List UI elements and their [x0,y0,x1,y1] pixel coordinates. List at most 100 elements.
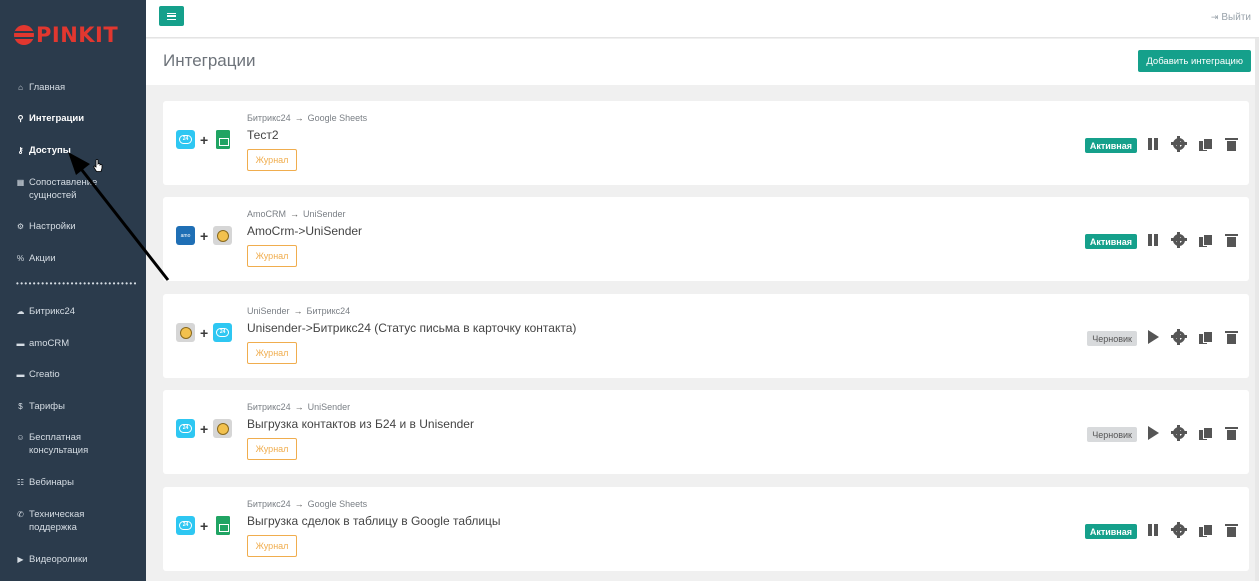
play-button[interactable] [1146,330,1160,344]
brand-logo[interactable]: PINKIT [0,0,146,70]
cogs-icon: ⚙ [16,222,25,231]
delete-button[interactable] [1224,426,1238,440]
log-button[interactable]: Журнал [247,535,297,557]
sidebar-item-settings[interactable]: ⚙ Настройки [0,220,146,233]
copy-icon [1199,523,1213,537]
delete-button[interactable] [1224,137,1238,151]
log-button[interactable]: Журнал [247,245,297,267]
sidebar-item-webinars[interactable]: ☷ Вебинары [0,476,146,489]
play-icon [1147,330,1159,344]
scrollbar[interactable] [1255,38,1259,581]
sidebar-item-label: Вебинары [29,477,74,488]
integration-name[interactable]: Выгрузка сделок в таблицу в Google табли… [247,514,501,528]
sidebar-item-integrations[interactable]: ⚲ Интеграции [0,112,146,125]
copy-icon [1199,233,1213,247]
log-button[interactable]: Журнал [247,342,297,364]
route-from: Битрикс24 [247,499,291,509]
copy-button[interactable] [1198,137,1213,151]
settings-button[interactable] [1171,136,1187,152]
user-icon: ☺ [16,433,25,442]
page-title: Интеграции [163,51,256,70]
pause-button[interactable] [1146,233,1160,247]
plus-icon: + [200,131,209,148]
sidebar-item-label: Битрикс24 [29,306,76,317]
sidebar-item-label: Акции [29,253,56,264]
sidebar-item-label: Главная [29,82,66,93]
copy-button[interactable] [1198,233,1213,247]
route-from: AmoCRM [247,209,287,219]
gear-icon [1171,136,1187,152]
status-badge: Активная [1084,138,1137,153]
integration-name[interactable]: Выгрузка контактов из Б24 и в Unisender [247,417,474,431]
key-icon: ⚷ [17,146,24,155]
trash-icon [1224,523,1238,537]
gear-icon [1171,522,1187,538]
route-to: UniSender [303,209,346,219]
sidebar-item-home[interactable]: ⌂ Главная [0,81,146,94]
integration-name[interactable]: AmoCrm->UniSender [247,224,362,238]
integration-actions [1134,136,1238,152]
trash-icon [1224,330,1238,344]
integration-route: Битрикс24 → Google Sheets [247,113,367,123]
sidebar-item-creatio[interactable]: ▬ Creatio [0,368,146,381]
integration-card: amo + AmoCRM → UniSender AmoCrm->UniSend… [163,197,1249,281]
route-from: Битрикс24 [247,402,291,412]
sidebar-item-free-consultation[interactable]: ☺ Бесплатная консультация [0,431,100,457]
sidebar-item-label: Доступы [29,145,71,156]
sidebar-item-entity-mapping[interactable]: ▦ Сопоставление сущностей [0,176,110,202]
sidebar-item-promotions[interactable]: % Акции [0,252,146,265]
bitrix24-logo-icon: 24 [213,323,233,342]
sidebar-item-tariffs[interactable]: $ Тарифы [0,400,146,413]
support-icon: ✆ [17,510,24,519]
delete-button[interactable] [1224,523,1238,537]
sidebar-item-access[interactable]: ⚷ Доступы [0,144,146,157]
log-button[interactable]: Журнал [247,149,297,171]
settings-button[interactable] [1171,522,1187,538]
copy-button[interactable] [1198,426,1213,440]
log-button[interactable]: Журнал [247,438,297,460]
gear-icon [1171,425,1187,441]
settings-button[interactable] [1171,425,1187,441]
integration-card: 24 + Битрикс24 → Google Sheets Выгрузка … [163,487,1249,571]
integration-name[interactable]: Тест2 [247,128,279,142]
delete-button[interactable] [1224,233,1238,247]
sidebar-item-tech-support[interactable]: ✆ Техническая поддержка [0,508,105,534]
plus-icon: + [200,517,209,534]
play-button[interactable] [1146,426,1160,440]
copy-icon [1199,330,1213,344]
sidebar-item-amocrm[interactable]: ▬ amoCRM [0,337,146,350]
arrow-right-icon: → [293,306,303,316]
page-header: Интеграции Добавить интеграцию [146,39,1259,85]
trash-icon [1224,426,1238,440]
pause-button[interactable] [1146,523,1160,537]
settings-button[interactable] [1171,329,1187,345]
google-sheets-logo-icon [213,516,232,535]
sign-out-icon: ⇥ [1210,12,1219,22]
route-to: UniSender [307,402,351,412]
integration-actions [1134,522,1238,538]
copy-button[interactable] [1198,523,1213,537]
plug-icon: ⚲ [17,114,24,123]
hand-cursor-icon [93,159,103,172]
route-to: Битрикс24 [306,306,351,316]
unisender-logo-icon [176,323,195,342]
delete-button[interactable] [1224,330,1238,344]
cloud-icon: ☁ [16,307,25,316]
integration-route: Битрикс24 → UniSender [247,402,350,412]
integration-logos: 24 + [176,516,232,535]
trash-icon [1224,137,1238,151]
sidebar-item-videos[interactable]: ▶ Видеоролики [0,553,146,566]
sidebar-item-bitrix24[interactable]: ☁ Битрикс24 [0,305,146,318]
table-icon: ▦ [16,178,25,187]
integration-name[interactable]: Unisender->Битрикс24 (Статус письма в ка… [247,321,576,335]
integration-route: UniSender → Битрикс24 [247,306,350,316]
arrow-right-icon: → [294,402,304,412]
sidebar-item-label: Видеоролики [29,554,88,565]
copy-button[interactable] [1198,330,1213,344]
plus-icon: + [200,227,209,244]
add-integration-button[interactable]: Добавить интеграцию [1138,50,1251,72]
logout-link[interactable]: ⇥ Выйти [1211,12,1251,23]
settings-button[interactable] [1171,232,1187,248]
pause-button[interactable] [1146,137,1160,151]
menu-toggle-button[interactable] [159,6,184,26]
